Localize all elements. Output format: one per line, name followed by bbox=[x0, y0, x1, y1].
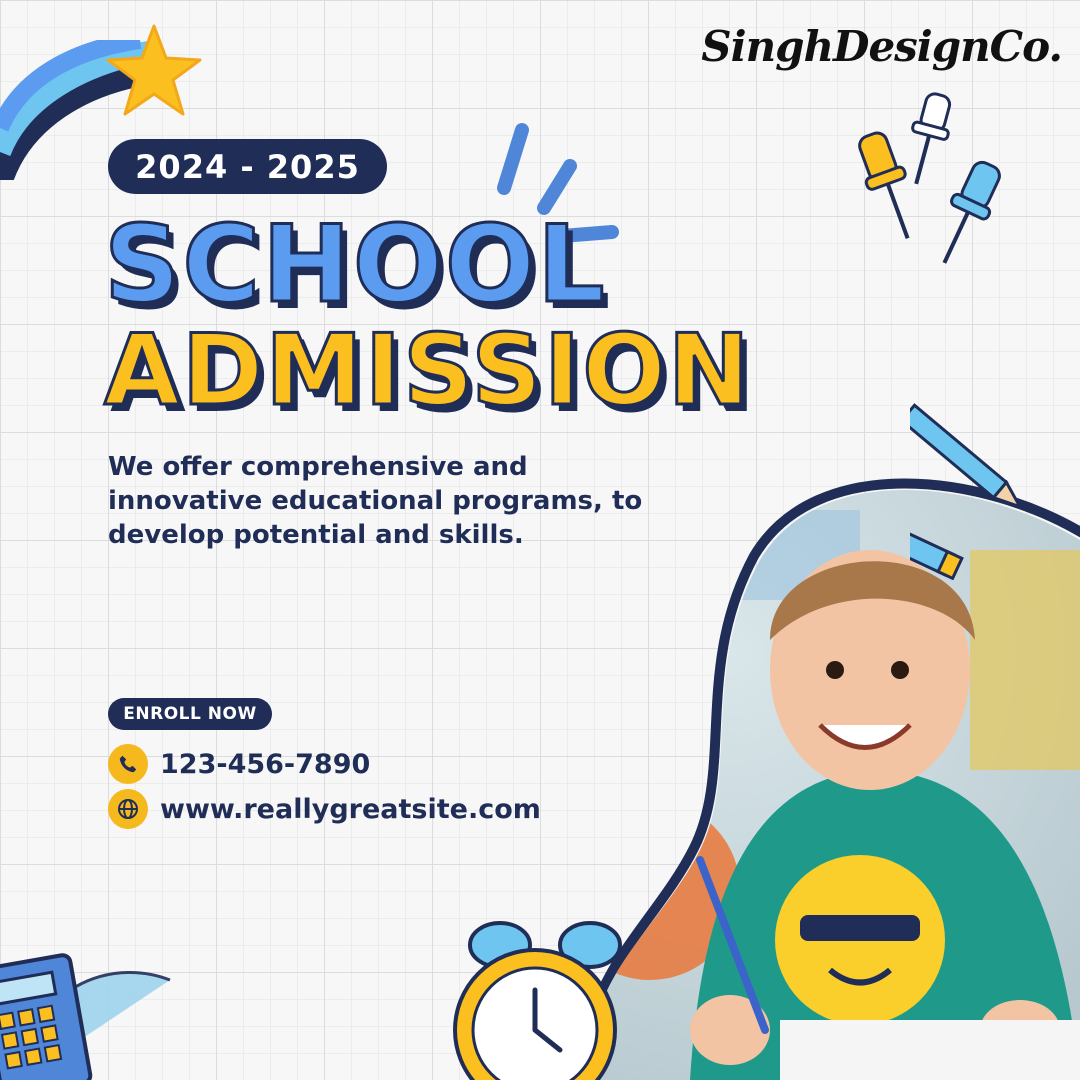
pencil-icon bbox=[910, 403, 1024, 580]
phone-number[interactable]: 123-456-7890 bbox=[160, 749, 370, 780]
brand-logo: SinghDesignCo. bbox=[701, 22, 1063, 71]
title-admission: ADMISSION bbox=[103, 314, 752, 428]
alarm-clock-icon bbox=[453, 921, 622, 1080]
star-icon bbox=[106, 24, 202, 116]
title-school: SCHOOL bbox=[103, 203, 607, 326]
admission-poster: SinghDesignCo. 2024 - 2025 SCHOOL ADMISS… bbox=[0, 0, 1080, 1080]
globe-icon bbox=[108, 789, 148, 829]
calculator-icon bbox=[0, 953, 171, 1080]
website-contact: www.reallygreatsite.com bbox=[108, 789, 541, 829]
pushpin-icon bbox=[858, 92, 1001, 264]
website-link[interactable]: www.reallygreatsite.com bbox=[160, 794, 541, 825]
phone-contact: 123-456-7890 bbox=[108, 744, 370, 784]
phone-icon bbox=[108, 744, 148, 784]
enroll-now-button[interactable]: ENROLL NOW bbox=[108, 698, 272, 730]
year-badge: 2024 - 2025 bbox=[108, 139, 387, 194]
